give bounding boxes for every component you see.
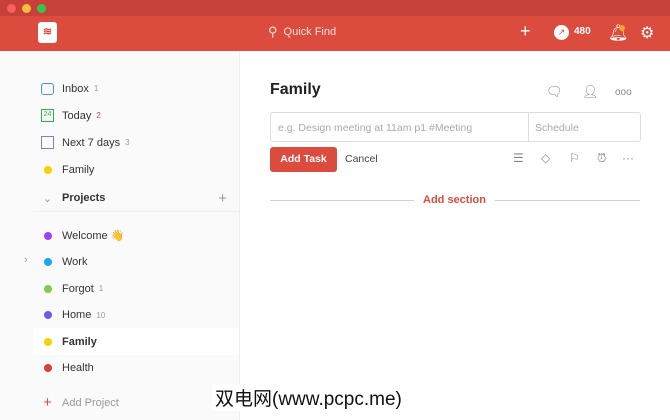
notification-badge [619,25,625,31]
sidebar-project-5[interactable]: Health [33,355,239,382]
schedule-field[interactable]: Schedule [529,113,640,141]
label: Home [62,309,92,321]
sidebar: Inbox 1 24 Today 2 Next 7 days 3 Family ⌄ Pro… [0,51,240,420]
sidebar-project-1[interactable]: Work [33,249,239,276]
comment-icon[interactable]: 🗨︎ [546,84,563,100]
count: 10 [96,310,106,320]
project-color-dot [43,364,52,372]
divider [495,200,640,201]
add-project-plus-icon[interactable]: + [218,190,227,207]
priority-flag-icon[interactable]: ⚐ [569,151,580,165]
label: Inbox [62,82,89,95]
watermark: 双电网(www.pcpc.me) [212,384,405,411]
sidebar-project-2[interactable]: Forgot 1 [33,275,239,302]
search-icon: ⚲ [268,24,278,39]
window-titlebar [0,0,670,16]
sidebar-project-3[interactable]: Home 10 [33,302,239,329]
settings-gear-icon[interactable]: ⚙ [640,23,654,43]
chevron-right-icon[interactable]: › [24,254,28,266]
label: Add Project [62,396,119,409]
label: Welcome 👋 [62,230,125,242]
more-actions-icon[interactable]: ··· [622,151,634,165]
label: Health [62,362,94,374]
add-task-plus-icon[interactable]: + [520,21,531,42]
sidebar-project-4[interactable]: Family [33,328,239,355]
calendar-week-icon [33,136,62,149]
project-color-dot [43,337,52,346]
add-section-button[interactable]: Add section [423,194,486,206]
notifications-bell-icon[interactable]: 🔔︎ [608,23,628,43]
label: Work [62,256,88,268]
sidebar-item-inbox[interactable]: Inbox 1 [33,75,239,102]
project-color-dot [43,284,52,293]
karma-count: 480 [574,26,591,37]
close-window-button[interactable] [7,4,16,13]
plus-icon: + [43,394,52,411]
sidebar-item-today[interactable]: 24 Today 2 [33,102,239,129]
top-bar: ≋ ⚲ Quick Find + ↗ 480 🔔︎ ⚙ [0,16,670,51]
todoist-logo-icon[interactable]: ≋ [38,22,57,43]
chevron-down-icon[interactable]: ⌄ [33,192,62,205]
inbox-icon [33,82,62,95]
label-tag-icon[interactable]: ◇ [541,151,550,165]
minimize-window-button[interactable] [22,4,31,13]
projects-header[interactable]: ⌄ Projects + [33,185,239,212]
cancel-button[interactable]: Cancel [345,153,378,165]
count: 1 [98,284,104,293]
add-task-button[interactable]: Add Task [270,147,337,172]
label: Forgot [62,282,94,295]
count: 1 [93,84,99,93]
project-list-icon[interactable]: ☰ [513,151,524,165]
project-color-dot [43,165,52,174]
sidebar-item-family-favorite[interactable]: Family [33,156,239,183]
project-color-dot [43,258,52,266]
divider [270,200,414,201]
main-content: Family 🗨︎ 👤︎ ooo e.g. Design meeting at … [241,51,670,420]
maximize-window-button[interactable] [37,4,46,13]
more-options-icon[interactable]: ooo [615,87,632,98]
share-add-person-icon[interactable]: 👤︎ [582,84,599,100]
task-input[interactable]: e.g. Design meeting at 11am p1 #Meeting … [270,112,641,142]
label: Today [62,109,92,122]
task-content-field[interactable]: e.g. Design meeting at 11am p1 #Meeting [271,113,529,141]
calendar-today-icon: 24 [33,109,62,122]
sidebar-item-next-7-days[interactable]: Next 7 days 3 [33,129,239,156]
label: Family [62,163,95,176]
quick-find-search[interactable]: ⚲ Quick Find [268,24,336,40]
label: Family [62,335,97,348]
project-color-dot [43,231,52,240]
projects-label: Projects [62,192,106,204]
count: 3 [125,138,130,147]
add-project-button[interactable]: + Add Project [33,389,239,416]
search-placeholder: Quick Find [283,26,337,38]
reminder-alarm-icon[interactable]: ⏰︎ [597,151,606,166]
label: Next 7 days [62,136,121,149]
sidebar-project-0[interactable]: Welcome 👋 [33,222,239,249]
karma-icon[interactable]: ↗ [554,25,569,40]
count: 2 [96,111,101,120]
project-color-dot [43,311,52,319]
page-title: Family [270,81,321,98]
